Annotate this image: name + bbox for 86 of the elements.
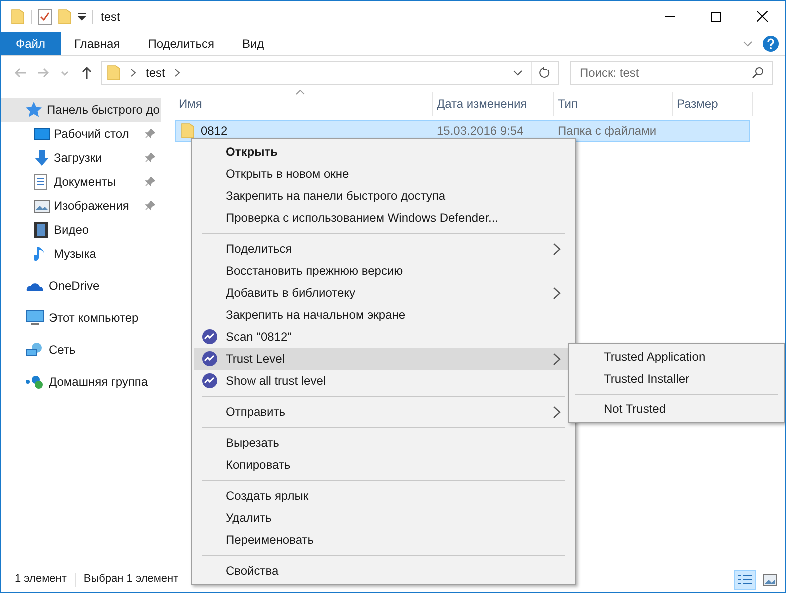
menu-item[interactable]: Поделиться [194,238,573,260]
search-icon [752,67,764,79]
download-arrow-icon [34,150,50,166]
homegroup-icon [26,375,44,389]
details-list-icon [738,574,752,586]
sidebar-item[interactable]: Музыка [1,242,161,266]
details-view-button[interactable] [734,570,756,590]
folder-icon [11,8,25,24]
menu-item[interactable]: Открыть [194,141,573,163]
refresh-icon[interactable] [539,67,551,79]
menu-item[interactable]: Not Trusted [571,398,782,420]
column-header[interactable]: Тип [554,92,673,116]
film-icon [34,222,48,238]
sidebar-item[interactable]: Загрузки [1,146,161,170]
column-header[interactable]: Имя [175,92,433,116]
file-tab[interactable]: Файл [1,32,61,55]
item-count: 1 элемент [15,572,67,588]
file-name: 0812 [201,123,228,140]
document-icon [34,174,47,190]
date-cell-text: 15.03.2016 9:54 [436,123,525,140]
desktop-icon [34,128,50,140]
menu-item[interactable]: Переименовать [194,529,573,551]
menu-item[interactable]: Копировать [194,454,573,476]
sidebar-item[interactable]: Видео [1,218,161,242]
music-note-icon [34,246,46,262]
star-icon [26,102,42,118]
shield-app-icon [202,351,218,367]
sidebar-item[interactable]: Сеть [1,338,161,362]
menu-item[interactable]: Закрепить на панели быстрого доступа [194,185,573,207]
pin-icon [145,129,155,139]
image-icon [34,200,50,212]
menu-item[interactable]: Trusted Installer [571,368,782,390]
breadcrumb-chevron-icon[interactable] [175,69,180,77]
window-title: test [101,8,120,26]
up-arrow-icon[interactable] [80,66,94,80]
chevron-down-icon[interactable] [743,40,753,46]
ribbon-tab[interactable]: Вид [228,32,278,55]
dropdown-caret-icon[interactable] [78,12,86,20]
menu-item[interactable]: Show all trust level [194,370,573,392]
folder-icon [107,65,121,81]
help-icon[interactable] [763,36,779,52]
sidebar-item[interactable]: Рабочий стол [1,122,161,146]
column-header[interactable]: Размер [673,92,753,116]
pin-icon [145,153,155,163]
network-icon [26,342,44,358]
menu-item[interactable]: Проверка с использованием Windows Defender... [194,207,573,229]
breadcrumb-chevron-icon[interactable] [131,69,136,77]
sort-ascending-icon [296,90,305,95]
menu-item[interactable]: Отправить [194,401,573,423]
type-cell-text: Папка с файлами [557,123,657,140]
maximize-icon[interactable] [711,12,721,22]
breadcrumb[interactable]: test [146,64,166,82]
sidebar-item[interactable]: Этот компьютер [1,306,161,330]
pin-icon [145,201,155,211]
sidebar-item[interactable]: OneDrive [1,274,161,298]
new-folder-icon [58,8,72,24]
menu-item[interactable]: Восстановить прежнюю версию [194,260,573,282]
sidebar-item[interactable]: Домашняя группа [1,370,161,394]
column-header[interactable]: Дата изменения [433,92,554,116]
ribbon-tab[interactable]: Главная [60,32,134,55]
menu-item[interactable]: Закрепить на начальном экране [194,304,573,326]
shield-app-icon [202,373,218,389]
sidebar-item[interactable]: Изображения [1,194,161,218]
menu-item[interactable]: Создать ярлык [194,485,573,507]
menu-item[interactable]: Свойства [194,560,573,582]
monitor-icon [26,310,44,326]
ribbon-tab[interactable]: Поделиться [134,32,228,55]
menu-item[interactable]: Открыть в новом окне [194,163,573,185]
menu-item[interactable]: Вырезать [194,432,573,454]
selection-count: Выбран 1 элемент [84,572,179,588]
shield-app-icon [202,329,218,345]
menu-item[interactable]: Trusted Application [571,346,782,368]
cloud-icon [26,280,44,292]
search-field[interactable]: Поиск: test [570,61,773,85]
close-icon[interactable] [756,11,768,22]
sidebar-item[interactable]: Панель быстрого до [1,98,161,122]
properties-icon[interactable] [38,8,52,24]
menu-item[interactable]: Scan "0812" [194,326,573,348]
history-dropdown-icon[interactable] [513,70,523,76]
folder-icon [181,123,195,139]
pin-icon [145,177,155,187]
sidebar-item[interactable]: Документы [1,170,161,194]
menu-item[interactable]: Удалить [194,507,573,529]
menu-item[interactable]: Добавить в библиотеку [194,282,573,304]
address-bar[interactable]: test [101,61,559,85]
image-icon [763,574,777,586]
